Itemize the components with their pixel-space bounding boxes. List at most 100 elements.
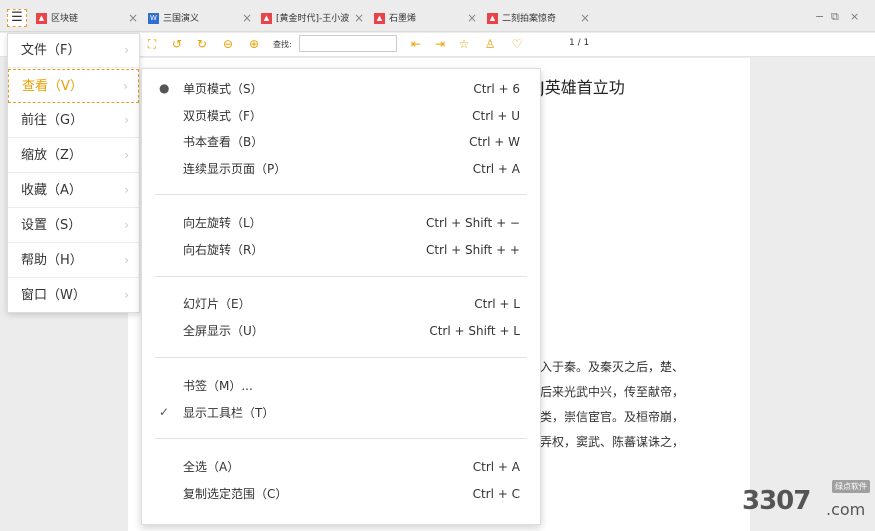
menu-item-shortcut: Ctrl + Shift + + <box>425 243 520 257</box>
menu-item-settings[interactable]: 设置（S） › <box>8 209 139 243</box>
tab-label: 区块链 <box>51 14 79 24</box>
document-title: J英雄首立功 <box>540 78 625 97</box>
view-menu-copy-selection[interactable]: 复制选定范围（C） Ctrl + C <box>142 481 540 507</box>
menu-item-window[interactable]: 窗口（W） › <box>8 279 139 313</box>
chevron-right-icon: › <box>124 43 129 57</box>
pdf-file-icon: ▲ <box>487 13 498 24</box>
view-menu-continuous[interactable]: 连续显示页面（P） Ctrl + A <box>142 156 540 182</box>
find-input[interactable] <box>299 35 397 52</box>
tab-1[interactable]: W 三国演义 × <box>148 8 258 30</box>
view-menu-fullscreen[interactable]: 全屏显示（U） Ctrl + Shift + L <box>142 318 540 344</box>
restore-button[interactable]: ⧉ <box>831 10 839 24</box>
menu-item-label: 双页模式（F） <box>183 109 262 123</box>
chevron-right-icon: › <box>124 183 129 197</box>
tab-label: [黄金时代]-王小波 <box>276 14 350 24</box>
heart-icon[interactable]: ♡ <box>510 37 524 51</box>
view-menu-rotate-right[interactable]: 向右旋转（R） Ctrl + Shift + + <box>142 237 540 263</box>
zoom-out-icon[interactable]: ⊖ <box>221 37 235 51</box>
minimize-button[interactable]: − <box>815 10 824 23</box>
watermark-number: 3307 <box>742 486 811 516</box>
menu-item-label: 前往（G） <box>21 113 84 128</box>
menu-item-shortcut: Ctrl + L <box>474 297 520 311</box>
document-line: 入于秦。及秦灭之后，楚、 <box>540 360 685 374</box>
menu-item-label: 查看（V） <box>22 79 83 94</box>
tab-2[interactable]: ▲ [黄金时代]-王小波 × <box>261 8 367 30</box>
star-icon[interactable]: ☆ <box>457 37 471 51</box>
view-menu-slideshow[interactable]: 幻灯片（E） Ctrl + L <box>142 291 540 317</box>
chevron-right-icon: › <box>124 148 129 162</box>
tab-0[interactable]: ▲ 区块链 × <box>36 8 140 30</box>
page-counter: 1 / 1 <box>569 38 590 48</box>
menu-item-favorites[interactable]: 收藏（A） › <box>8 174 139 208</box>
tab-close-button[interactable]: × <box>580 11 590 25</box>
view-menu-rotate-left[interactable]: 向左旋转（L） Ctrl + Shift + − <box>142 210 540 236</box>
menu-item-label: 收藏（A） <box>21 183 82 198</box>
tab-close-button[interactable]: × <box>242 11 252 25</box>
menu-item-view[interactable]: 查看（V） › <box>8 69 139 103</box>
chevron-right-icon: › <box>124 113 129 127</box>
view-menu-show-toolbar[interactable]: ✓ 显示工具栏（T） <box>142 400 540 426</box>
rotate-left-icon[interactable]: ↺ <box>170 37 184 51</box>
tab-label: 三国演义 <box>163 14 200 24</box>
menu-item-shortcut: Ctrl + W <box>469 135 520 149</box>
view-submenu: ● 单页模式（S） Ctrl + 6 双页模式（F） Ctrl + U 书本查看… <box>141 68 541 525</box>
word-file-icon: W <box>148 13 159 24</box>
document-line: 类，崇信宦官。及桓帝崩， <box>540 410 685 424</box>
hamburger-menu-button[interactable]: ☰ <box>7 9 27 27</box>
menu-item-label: 书本查看（B） <box>183 135 264 149</box>
previous-result-icon[interactable]: ⇤ <box>409 37 423 51</box>
menu-item-zoom[interactable]: 缩放（Z） › <box>8 139 139 173</box>
pdf-file-icon: ▲ <box>374 13 385 24</box>
view-menu-select-all[interactable]: 全选（A） Ctrl + A <box>142 454 540 480</box>
menu-item-shortcut: Ctrl + A <box>472 162 520 176</box>
tab-label: 石墨烯 <box>389 14 417 24</box>
menu-separator <box>155 357 527 358</box>
chevron-right-icon: › <box>124 253 129 267</box>
tab-close-button[interactable]: × <box>467 11 477 25</box>
menu-item-label: 帮助（H） <box>21 253 83 268</box>
tab-bar: ☰ ▲ 区块链 × W 三国演义 × ▲ [黄金时代]-王小波 × ▲ 石墨烯 … <box>0 0 875 32</box>
main-menu: 文件（F） › 查看（V） › 前往（G） › 缩放（Z） › 收藏（A） › … <box>7 33 140 313</box>
tab-close-button[interactable]: × <box>128 11 138 25</box>
menu-separator <box>155 438 527 439</box>
menu-item-label: 窗口（W） <box>21 288 86 303</box>
document-line: 后来光武中兴，传至献帝， <box>540 385 685 399</box>
rotate-right-icon[interactable]: ↻ <box>195 37 209 51</box>
menu-item-label: 单页模式（S） <box>183 82 263 96</box>
menu-item-label: 全屏显示（U） <box>183 324 264 338</box>
menu-separator <box>155 276 527 277</box>
menu-item-label: 缩放（Z） <box>21 148 82 163</box>
chevron-right-icon: › <box>124 218 129 232</box>
tab-3[interactable]: ▲ 石墨烯 × <box>374 8 482 30</box>
menu-item-goto[interactable]: 前往（G） › <box>8 104 139 138</box>
radio-selected-icon: ● <box>159 81 170 95</box>
tab-close-button[interactable]: × <box>354 11 364 25</box>
hamburger-icon: ☰ <box>11 10 23 25</box>
stamp-icon[interactable]: ♙ <box>483 37 497 51</box>
fit-page-icon[interactable]: ⛶ <box>145 37 159 51</box>
zoom-in-icon[interactable]: ⊕ <box>247 37 261 51</box>
view-menu-bookmarks[interactable]: 书签（M）... <box>142 373 540 399</box>
menu-item-label: 显示工具栏（T） <box>183 406 275 420</box>
menu-item-help[interactable]: 帮助（H） › <box>8 244 139 278</box>
view-menu-book-view[interactable]: 书本查看（B） Ctrl + W <box>142 129 540 155</box>
view-menu-double-page[interactable]: 双页模式（F） Ctrl + U <box>142 103 540 129</box>
menu-item-shortcut: Ctrl + U <box>472 109 520 123</box>
close-window-button[interactable]: × <box>850 10 859 23</box>
next-result-icon[interactable]: ⇥ <box>433 37 447 51</box>
menu-item-label: 书签（M）... <box>183 379 253 393</box>
menu-item-file[interactable]: 文件（F） › <box>8 34 139 68</box>
menu-item-label: 幻灯片（E） <box>183 297 251 311</box>
watermark-badge: 绿点软件 <box>832 480 870 493</box>
watermark-domain: .com <box>826 500 866 519</box>
menu-item-shortcut: Ctrl + Shift + − <box>425 216 520 230</box>
menu-item-shortcut: Ctrl + 6 <box>473 82 520 96</box>
pdf-file-icon: ▲ <box>261 13 272 24</box>
menu-item-label: 向右旋转（R） <box>183 243 264 257</box>
checkmark-icon: ✓ <box>159 405 170 419</box>
menu-item-shortcut: Ctrl + A <box>472 460 520 474</box>
watermark-logo: 绿点软件 3307 .com <box>742 480 872 526</box>
menu-item-label: 文件（F） <box>21 43 81 58</box>
view-menu-single-page[interactable]: ● 单页模式（S） Ctrl + 6 <box>142 76 540 102</box>
tab-4[interactable]: ▲ 二刻拍案惊奇 × <box>487 8 593 30</box>
